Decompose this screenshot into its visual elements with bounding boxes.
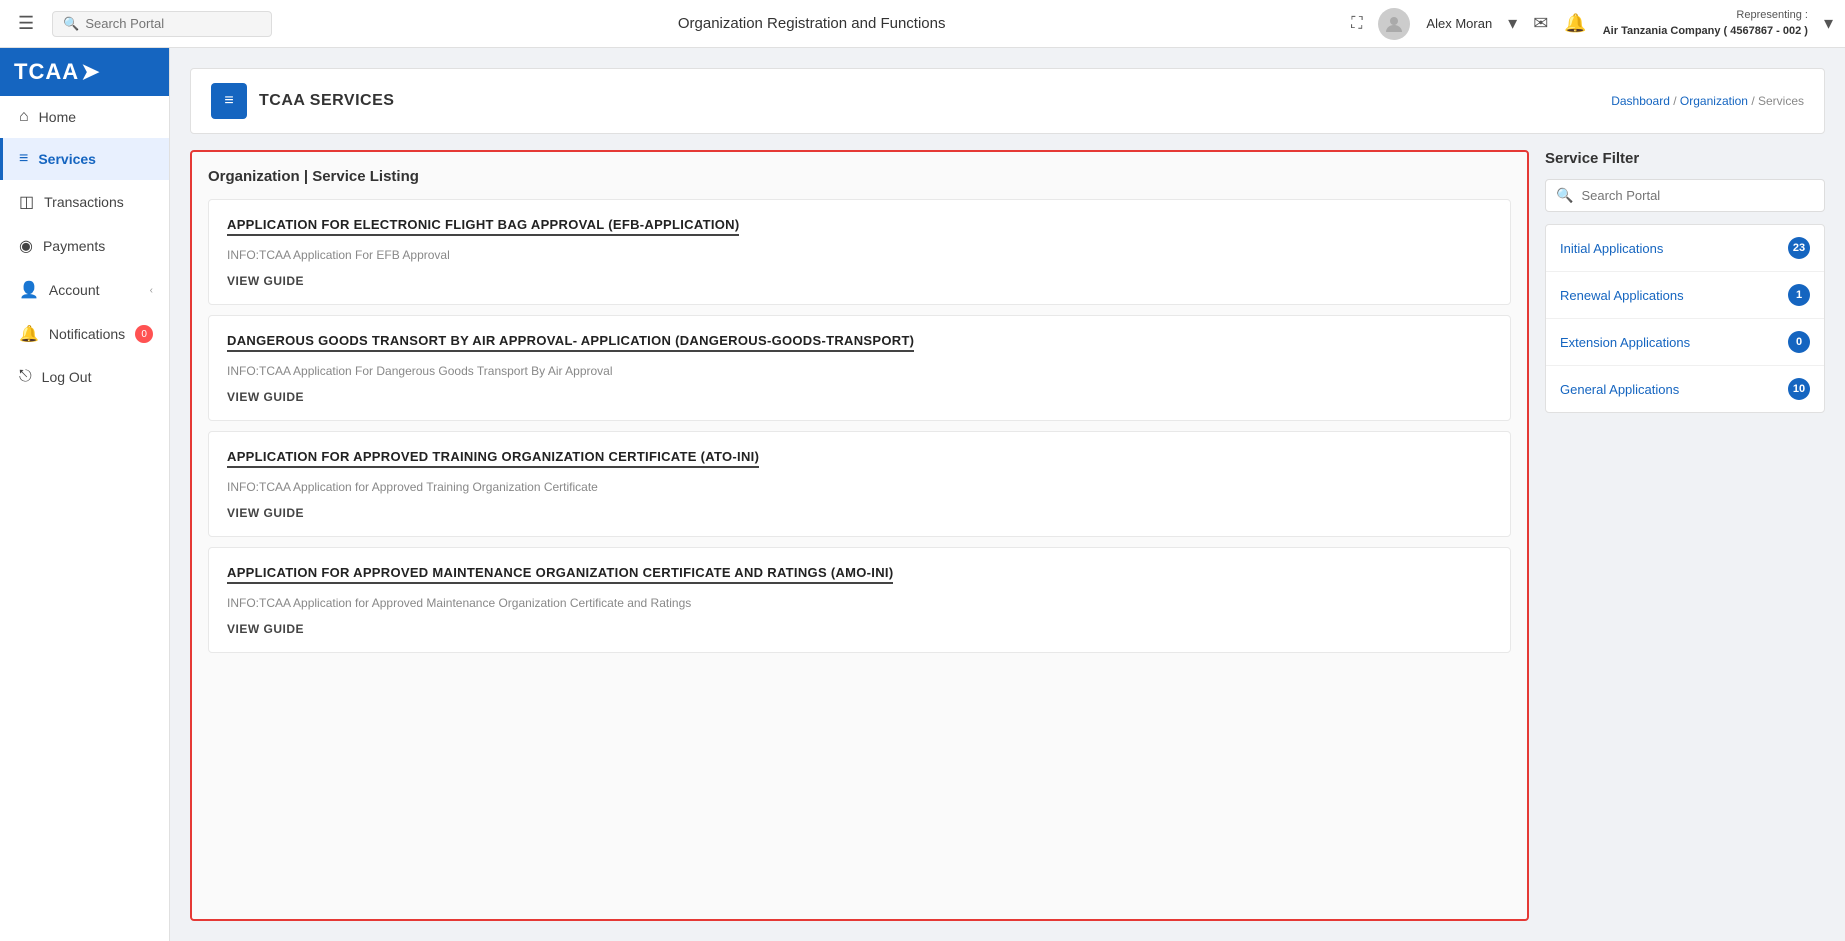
- filter-badge: 10: [1788, 378, 1810, 400]
- filter-item-label: General Applications: [1560, 382, 1679, 397]
- breadcrumb-dashboard[interactable]: Dashboard: [1611, 94, 1670, 108]
- logo-arrow-icon: ➤: [81, 59, 100, 85]
- notifications-button[interactable]: 🔔: [1564, 13, 1586, 34]
- filter-badge: 0: [1788, 331, 1810, 353]
- filter-item-label: Renewal Applications: [1560, 288, 1684, 303]
- sidebar-item-label: Account: [49, 282, 100, 298]
- home-icon: ⌂: [19, 108, 29, 126]
- filter-search-icon: 🔍: [1556, 187, 1573, 204]
- service-card: APPLICATION FOR ELECTRONIC FLIGHT BAG AP…: [208, 199, 1511, 305]
- filter-badge: 1: [1788, 284, 1810, 306]
- breadcrumb-services: Services: [1758, 94, 1804, 108]
- notifications-badge: 0: [135, 325, 153, 343]
- sidebar-item-payments[interactable]: ◉ Payments: [0, 224, 169, 268]
- payments-icon: ◉: [19, 236, 33, 256]
- page-title: TCAA SERVICES: [259, 92, 394, 110]
- panel-heading: Organization | Service Listing: [208, 168, 1511, 185]
- representing-chevron-icon: ▾: [1824, 13, 1833, 33]
- representing-label: Representing :: [1603, 8, 1808, 23]
- service-card-info: INFO:TCAA Application For Dangerous Good…: [227, 364, 1492, 378]
- sidebar-item-label: Home: [39, 109, 76, 125]
- sidebar-item-notifications[interactable]: 🔔 Notifications 0: [0, 312, 169, 356]
- account-chevron-icon: ‹: [150, 285, 153, 296]
- filter-title: Service Filter: [1545, 150, 1825, 167]
- header-right: ⛶ Alex Moran ▾ ✉ 🔔 Representing : Air Ta…: [1351, 8, 1833, 40]
- main-content: ≡ TCAA SERVICES Dashboard / Organization…: [170, 48, 1845, 941]
- sidebar-item-label: Services: [38, 151, 96, 167]
- app-layout: TCAA ➤ ⌂ Home ≡ Services ◫ Transactions …: [0, 48, 1845, 941]
- top-header: ☰ 🔍 Organization Registration and Functi…: [0, 0, 1845, 48]
- hamburger-button[interactable]: ☰: [12, 9, 40, 38]
- filter-item-label: Extension Applications: [1560, 335, 1690, 350]
- service-card-title: APPLICATION FOR APPROVED TRAINING ORGANI…: [227, 449, 759, 468]
- view-guide-link[interactable]: VIEW GUIDE: [227, 622, 304, 636]
- representing-value: Air Tanzania Company ( 4567867 - 002 ): [1603, 24, 1808, 39]
- page-header-left: ≡ TCAA SERVICES: [211, 83, 394, 119]
- content-row: Organization | Service Listing APPLICATI…: [190, 150, 1825, 921]
- user-name: Alex Moran: [1426, 16, 1492, 31]
- filter-list: Initial Applications 23 Renewal Applicat…: [1545, 224, 1825, 413]
- page-icon-box: ≡: [211, 83, 247, 119]
- sidebar-item-transactions[interactable]: ◫ Transactions: [0, 180, 169, 224]
- sidebar-item-home[interactable]: ⌂ Home: [0, 96, 169, 138]
- sidebar-item-label: Notifications: [49, 326, 125, 342]
- sidebar-item-account[interactable]: 👤 Account ‹: [0, 268, 169, 312]
- service-card-title: APPLICATION FOR ELECTRONIC FLIGHT BAG AP…: [227, 217, 739, 236]
- filter-item-label: Initial Applications: [1560, 241, 1663, 256]
- chevron-down-icon: ▾: [1508, 13, 1517, 33]
- account-icon: 👤: [19, 280, 39, 300]
- header-search-input[interactable]: [85, 16, 261, 31]
- service-card-info: INFO:TCAA Application For EFB Approval: [227, 248, 1492, 262]
- breadcrumb-sep-2: /: [1751, 94, 1758, 108]
- filter-search-input[interactable]: [1581, 188, 1814, 203]
- sidebar-item-label: Log Out: [42, 369, 92, 385]
- filter-badge: 23: [1788, 237, 1810, 259]
- sidebar-logo: TCAA ➤: [0, 48, 169, 96]
- service-card-title: APPLICATION FOR APPROVED MAINTENANCE ORG…: [227, 565, 893, 584]
- filter-item-initial[interactable]: Initial Applications 23: [1546, 225, 1824, 272]
- services-icon: ≡: [19, 150, 28, 168]
- sidebar: TCAA ➤ ⌂ Home ≡ Services ◫ Transactions …: [0, 48, 170, 941]
- representing-info: Representing : Air Tanzania Company ( 45…: [1603, 8, 1808, 39]
- sidebar-item-logout[interactable]: ⎋ Log Out: [0, 356, 169, 398]
- filter-search-box: 🔍: [1545, 179, 1825, 212]
- sidebar-item-services[interactable]: ≡ Services: [0, 138, 169, 180]
- logo-text: TCAA: [14, 59, 79, 85]
- transactions-icon: ◫: [19, 192, 34, 212]
- view-guide-link[interactable]: VIEW GUIDE: [227, 274, 304, 288]
- header-search-icon: 🔍: [63, 16, 79, 32]
- breadcrumb-sep-1: /: [1673, 94, 1680, 108]
- breadcrumb-organization[interactable]: Organization: [1680, 94, 1748, 108]
- header-search-box: 🔍: [52, 11, 272, 37]
- logout-icon: ⎋: [19, 368, 32, 386]
- service-card-title: DANGEROUS GOODS TRANSORT BY AIR APPROVAL…: [227, 333, 914, 352]
- sidebar-item-label: Transactions: [44, 194, 124, 210]
- sidebar-item-label: Payments: [43, 238, 105, 254]
- mail-button[interactable]: ✉: [1533, 13, 1548, 34]
- filter-item-renewal[interactable]: Renewal Applications 1: [1546, 272, 1824, 319]
- fullscreen-button[interactable]: ⛶: [1351, 15, 1362, 33]
- filter-item-general[interactable]: General Applications 10: [1546, 366, 1824, 412]
- header-title: Organization Registration and Functions: [284, 15, 1339, 32]
- filter-panel: Service Filter 🔍 Initial Applications 23…: [1545, 150, 1825, 921]
- view-guide-link[interactable]: VIEW GUIDE: [227, 390, 304, 404]
- service-card-info: INFO:TCAA Application for Approved Train…: [227, 480, 1492, 494]
- page-icon: ≡: [224, 92, 233, 110]
- breadcrumb: Dashboard / Organization / Services: [1611, 94, 1804, 108]
- service-listing-panel: Organization | Service Listing APPLICATI…: [190, 150, 1529, 921]
- user-dropdown-button[interactable]: ▾: [1508, 13, 1517, 34]
- notifications-nav-icon: 🔔: [19, 324, 39, 344]
- view-guide-link[interactable]: VIEW GUIDE: [227, 506, 304, 520]
- service-card: DANGEROUS GOODS TRANSORT BY AIR APPROVAL…: [208, 315, 1511, 421]
- filter-item-extension[interactable]: Extension Applications 0: [1546, 319, 1824, 366]
- avatar: [1378, 8, 1410, 40]
- page-header-card: ≡ TCAA SERVICES Dashboard / Organization…: [190, 68, 1825, 134]
- service-card: APPLICATION FOR APPROVED MAINTENANCE ORG…: [208, 547, 1511, 653]
- representing-dropdown-button[interactable]: ▾: [1824, 13, 1833, 34]
- service-card: APPLICATION FOR APPROVED TRAINING ORGANI…: [208, 431, 1511, 537]
- service-card-info: INFO:TCAA Application for Approved Maint…: [227, 596, 1492, 610]
